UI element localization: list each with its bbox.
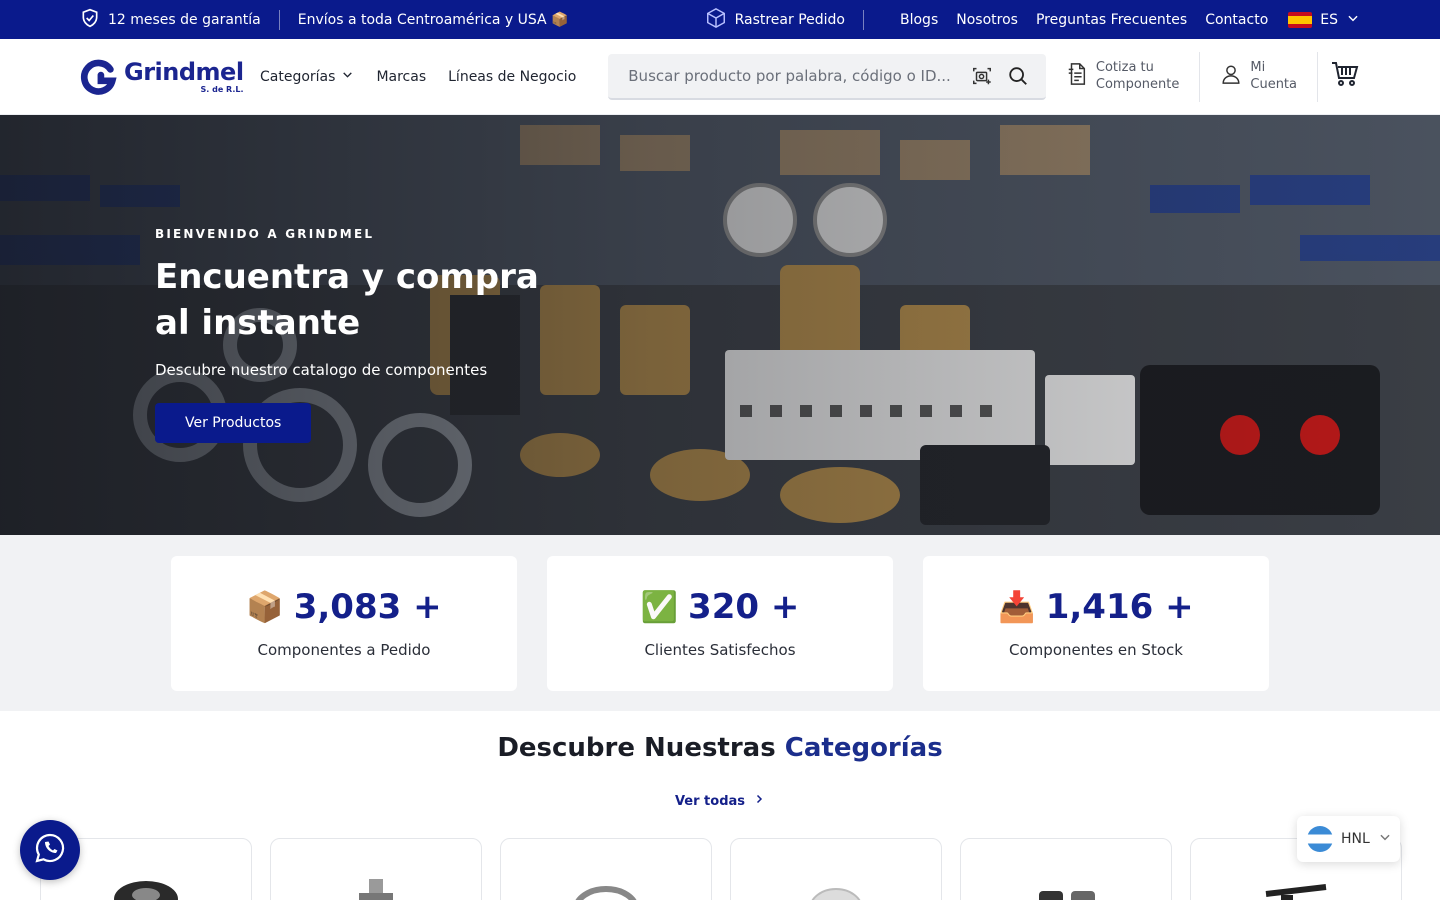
account-button[interactable]: Mi Cuenta (1199, 51, 1317, 102)
category-cards (40, 838, 1402, 900)
check-mark-icon: ✅ (640, 589, 679, 625)
category-card[interactable] (500, 838, 712, 900)
stat-value: 1,416 + (1045, 587, 1194, 627)
stat-value-row: 📥 1,416 + (998, 587, 1193, 627)
warranty-notice: 12 meses de garantía (80, 8, 261, 32)
category-thumbnail (811, 888, 861, 900)
see-all-link[interactable]: Ver todas (675, 793, 765, 809)
logo-mark-icon (80, 58, 118, 96)
search-input[interactable] (628, 66, 964, 85)
logo-name: Grindmel (124, 57, 244, 86)
cart-button[interactable] (1317, 51, 1360, 102)
shield-check-icon (80, 8, 100, 32)
search-bar (608, 53, 1046, 100)
account-label-line2: Cuenta (1250, 76, 1297, 92)
main-header: Grindmel S. de R.L. Categorías Marcas Lí… (0, 39, 1440, 115)
faq-link[interactable]: Preguntas Frecuentes (1036, 12, 1187, 28)
category-thumbnail (1039, 891, 1095, 900)
box-icon (705, 7, 727, 33)
header-actions: Cotiza tu Componente Mi Cuenta (1046, 39, 1360, 114)
category-thumbnail (114, 881, 178, 900)
hero-content: BIENVENIDO A GRINDMEL Encuentra y compra… (155, 227, 575, 443)
search-icon[interactable] (1000, 65, 1036, 87)
account-label: Mi Cuenta (1250, 60, 1297, 94)
language-selector[interactable]: ES (1288, 11, 1360, 29)
divider (863, 9, 864, 30)
track-order-link[interactable]: Rastrear Pedido (705, 7, 845, 33)
user-icon (1220, 62, 1242, 92)
account-label-line1: Mi (1250, 59, 1266, 75)
top-bar: 12 meses de garantía Envíos a toda Centr… (0, 0, 1440, 39)
quote-label-line1: Cotiza tu (1095, 59, 1154, 75)
view-products-button[interactable]: Ver Productos (155, 402, 312, 443)
shipping-notice: Envíos a toda Centroamérica y USA 📦 (298, 12, 569, 28)
categories-title-part1: Descubre Nuestras (497, 733, 776, 763)
stat-value-row: 📦 3,083 + (246, 587, 441, 627)
stat-value-row: ✅ 320 + (641, 587, 800, 627)
nav-categories[interactable]: Categorías (260, 68, 354, 85)
chevron-down-icon (1346, 11, 1360, 29)
inbox-tray-icon: 📥 (998, 589, 1036, 625)
stat-card: ✅ 320 + Clientes Satisfechos (547, 555, 893, 691)
package-icon: 📦 (246, 589, 284, 625)
stat-value: 3,083 + (293, 587, 442, 627)
category-thumbnail (575, 886, 637, 900)
document-icon (1066, 62, 1088, 92)
chevron-down-icon (341, 68, 354, 85)
currency-code: HNL (1341, 831, 1370, 847)
cart-icon (1330, 60, 1360, 94)
about-link[interactable]: Nosotros (956, 12, 1018, 28)
category-card[interactable] (730, 838, 942, 900)
image-search-icon[interactable] (964, 65, 1000, 87)
stat-value: 320 + (688, 587, 800, 627)
hero-title: Encuentra y compra al instante (155, 257, 539, 343)
category-thumbnail (1265, 884, 1327, 900)
quote-label: Cotiza tu Componente (1096, 60, 1179, 94)
stat-card: 📦 3,083 + Componentes a Pedido (171, 555, 517, 691)
logo[interactable]: Grindmel S. de R.L. (80, 58, 244, 96)
hero-eyebrow: BIENVENIDO A GRINDMEL (155, 227, 375, 241)
hero-subtitle: Descubre nuestro catalogo de componentes (155, 360, 488, 379)
categories-title-accent: Categorías (784, 733, 943, 763)
stat-card: 📥 1,416 + Componentes en Stock (923, 555, 1269, 691)
main-nav: Categorías Marcas Líneas de Negocio (260, 68, 576, 85)
nav-categories-label: Categorías (260, 68, 336, 85)
shipping-text: Envíos a toda Centroamérica y USA 📦 (297, 11, 569, 28)
categories-section: Descubre Nuestras Categorías Ver todas (0, 711, 1440, 809)
categories-title: Descubre Nuestras Categorías (0, 733, 1440, 763)
spain-flag-icon (1288, 11, 1313, 28)
see-all-label: Ver todas (674, 793, 746, 809)
honduras-flag-icon (1307, 826, 1333, 852)
currency-selector[interactable]: HNL (1297, 816, 1400, 862)
logo-subtitle: S. de R.L. (200, 84, 244, 94)
stat-label: Componentes a Pedido (257, 641, 431, 659)
hero-banner: BIENVENIDO A GRINDMEL Encuentra y compra… (0, 115, 1440, 535)
whatsapp-button[interactable] (20, 820, 80, 880)
blogs-link[interactable]: Blogs (900, 12, 938, 28)
stats-section: 📦 3,083 + Componentes a Pedido ✅ 320 + C… (0, 535, 1440, 711)
quote-component-button[interactable]: Cotiza tu Componente (1046, 52, 1199, 102)
stat-label: Clientes Satisfechos (644, 641, 796, 659)
whatsapp-icon (34, 832, 66, 868)
contact-link[interactable]: Contacto (1205, 12, 1268, 28)
stat-label: Componentes en Stock (1009, 641, 1183, 659)
chevron-right-icon (753, 793, 765, 809)
category-card[interactable] (270, 838, 482, 900)
nav-brands[interactable]: Marcas (376, 69, 426, 85)
divider (278, 9, 280, 30)
warranty-text: 12 meses de garantía (108, 11, 261, 28)
logo-text: Grindmel S. de R.L. (124, 60, 244, 94)
language-code: ES (1320, 11, 1338, 28)
category-thumbnail (359, 879, 393, 900)
track-order-label: Rastrear Pedido (734, 11, 845, 28)
chevron-down-icon (1378, 830, 1392, 848)
nav-business-lines[interactable]: Líneas de Negocio (448, 69, 576, 85)
quote-label-line2: Componente (1095, 76, 1180, 92)
category-card[interactable] (960, 838, 1172, 900)
